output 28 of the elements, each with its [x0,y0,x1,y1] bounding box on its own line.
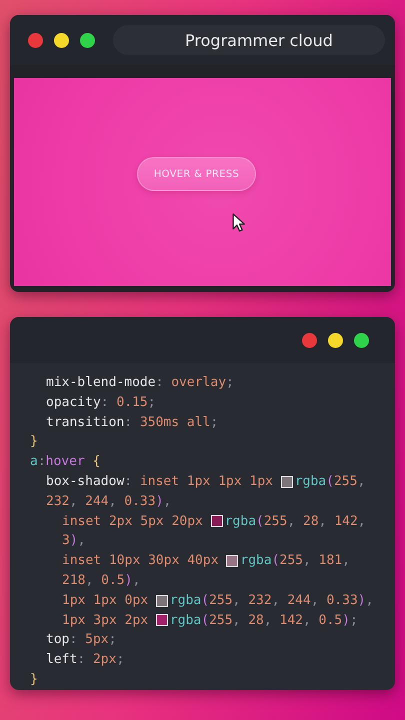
window-control[interactable] [80,32,95,48]
code-text: } [30,670,38,689]
code-text: 1px 3px 2px [62,612,150,630]
code-text: inset 2px 5px 20px [62,512,204,531]
code-text: opacity: 0.15; [46,394,156,412]
code-text: rgba(255, 181, [240,552,350,570]
cursor-icon [232,213,245,232]
code-text: 3), [62,532,86,550]
code-text: mix-blend-mode: overlay; [46,374,234,392]
code-text: 1px 1px 0px [62,592,150,610]
code-text: left: 2px; [46,651,124,670]
code-text: transition: 350ms all; [46,414,218,432]
code-text: 218, 0.5), [62,572,140,590]
code-text: rgba(255, 232, 244, 0.33), [170,592,374,610]
code-text: } [30,433,38,452]
window-title: Programmer cloud [113,25,385,55]
code-text: rgba(255, 28, 142, 0.5); [170,612,358,630]
code-text: inset 10px 30px 40px [62,552,220,570]
code-text: a:hover { [30,453,100,472]
hover-press-button[interactable]: HOVER & PRESS [137,157,256,191]
code-text: rgba(255, 28, 142, [224,512,366,531]
code-text: rgba(255, [294,472,366,491]
window-control[interactable] [54,32,69,48]
code-text: box-shadow: inset 1px 1px 1px [46,472,274,491]
window-control[interactable] [328,332,343,348]
code-text: 232, 244, 0.33), [46,492,172,511]
code-text: top: 5px; [46,631,116,650]
window-control[interactable] [354,332,369,348]
